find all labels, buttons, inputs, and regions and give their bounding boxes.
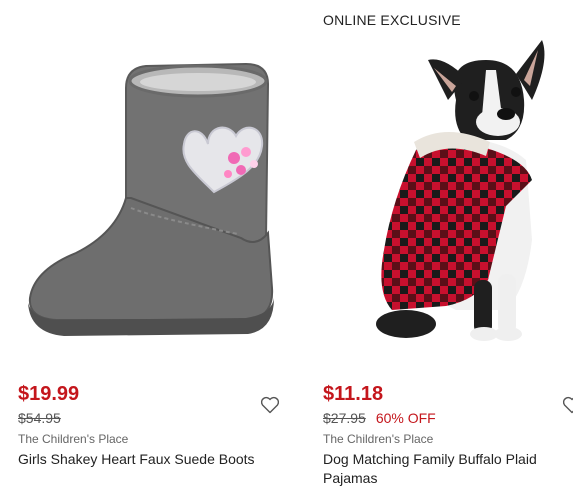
price-comparison-row: $27.95 60% OFF <box>323 410 436 426</box>
product-brand: The Children's Place <box>323 432 434 446</box>
price-comparison-row: $54.95 <box>18 410 61 426</box>
dog-illustration <box>376 40 545 341</box>
discount-badge: 60% OFF <box>375 410 436 426</box>
product-brand: The Children's Place <box>18 432 129 446</box>
product-card-dog-pajamas[interactable]: ONLINE EXCLUSIVE $11.18 $27.95 60% OFF T… <box>306 0 573 488</box>
product-title-link[interactable]: Dog Matching Family Buffalo Plaid Pajama… <box>323 450 553 488</box>
product-price: $19.99 <box>18 383 80 405</box>
product-title-link[interactable]: Girls Shakey Heart Faux Suede Boots <box>18 450 278 469</box>
favorite-heart-icon[interactable] <box>260 396 280 414</box>
product-image-boot[interactable] <box>16 48 286 348</box>
original-price: $27.95 <box>323 410 366 426</box>
original-price: $54.95 <box>18 410 61 426</box>
product-price: $11.18 <box>323 383 384 405</box>
boot-illustration <box>28 62 274 336</box>
product-image-dog[interactable] <box>336 30 573 350</box>
online-exclusive-badge: ONLINE EXCLUSIVE <box>323 12 461 28</box>
favorite-heart-icon[interactable] <box>562 396 573 414</box>
product-card-boots[interactable]: $19.99 $54.95 The Children's Place Girls… <box>0 0 290 485</box>
